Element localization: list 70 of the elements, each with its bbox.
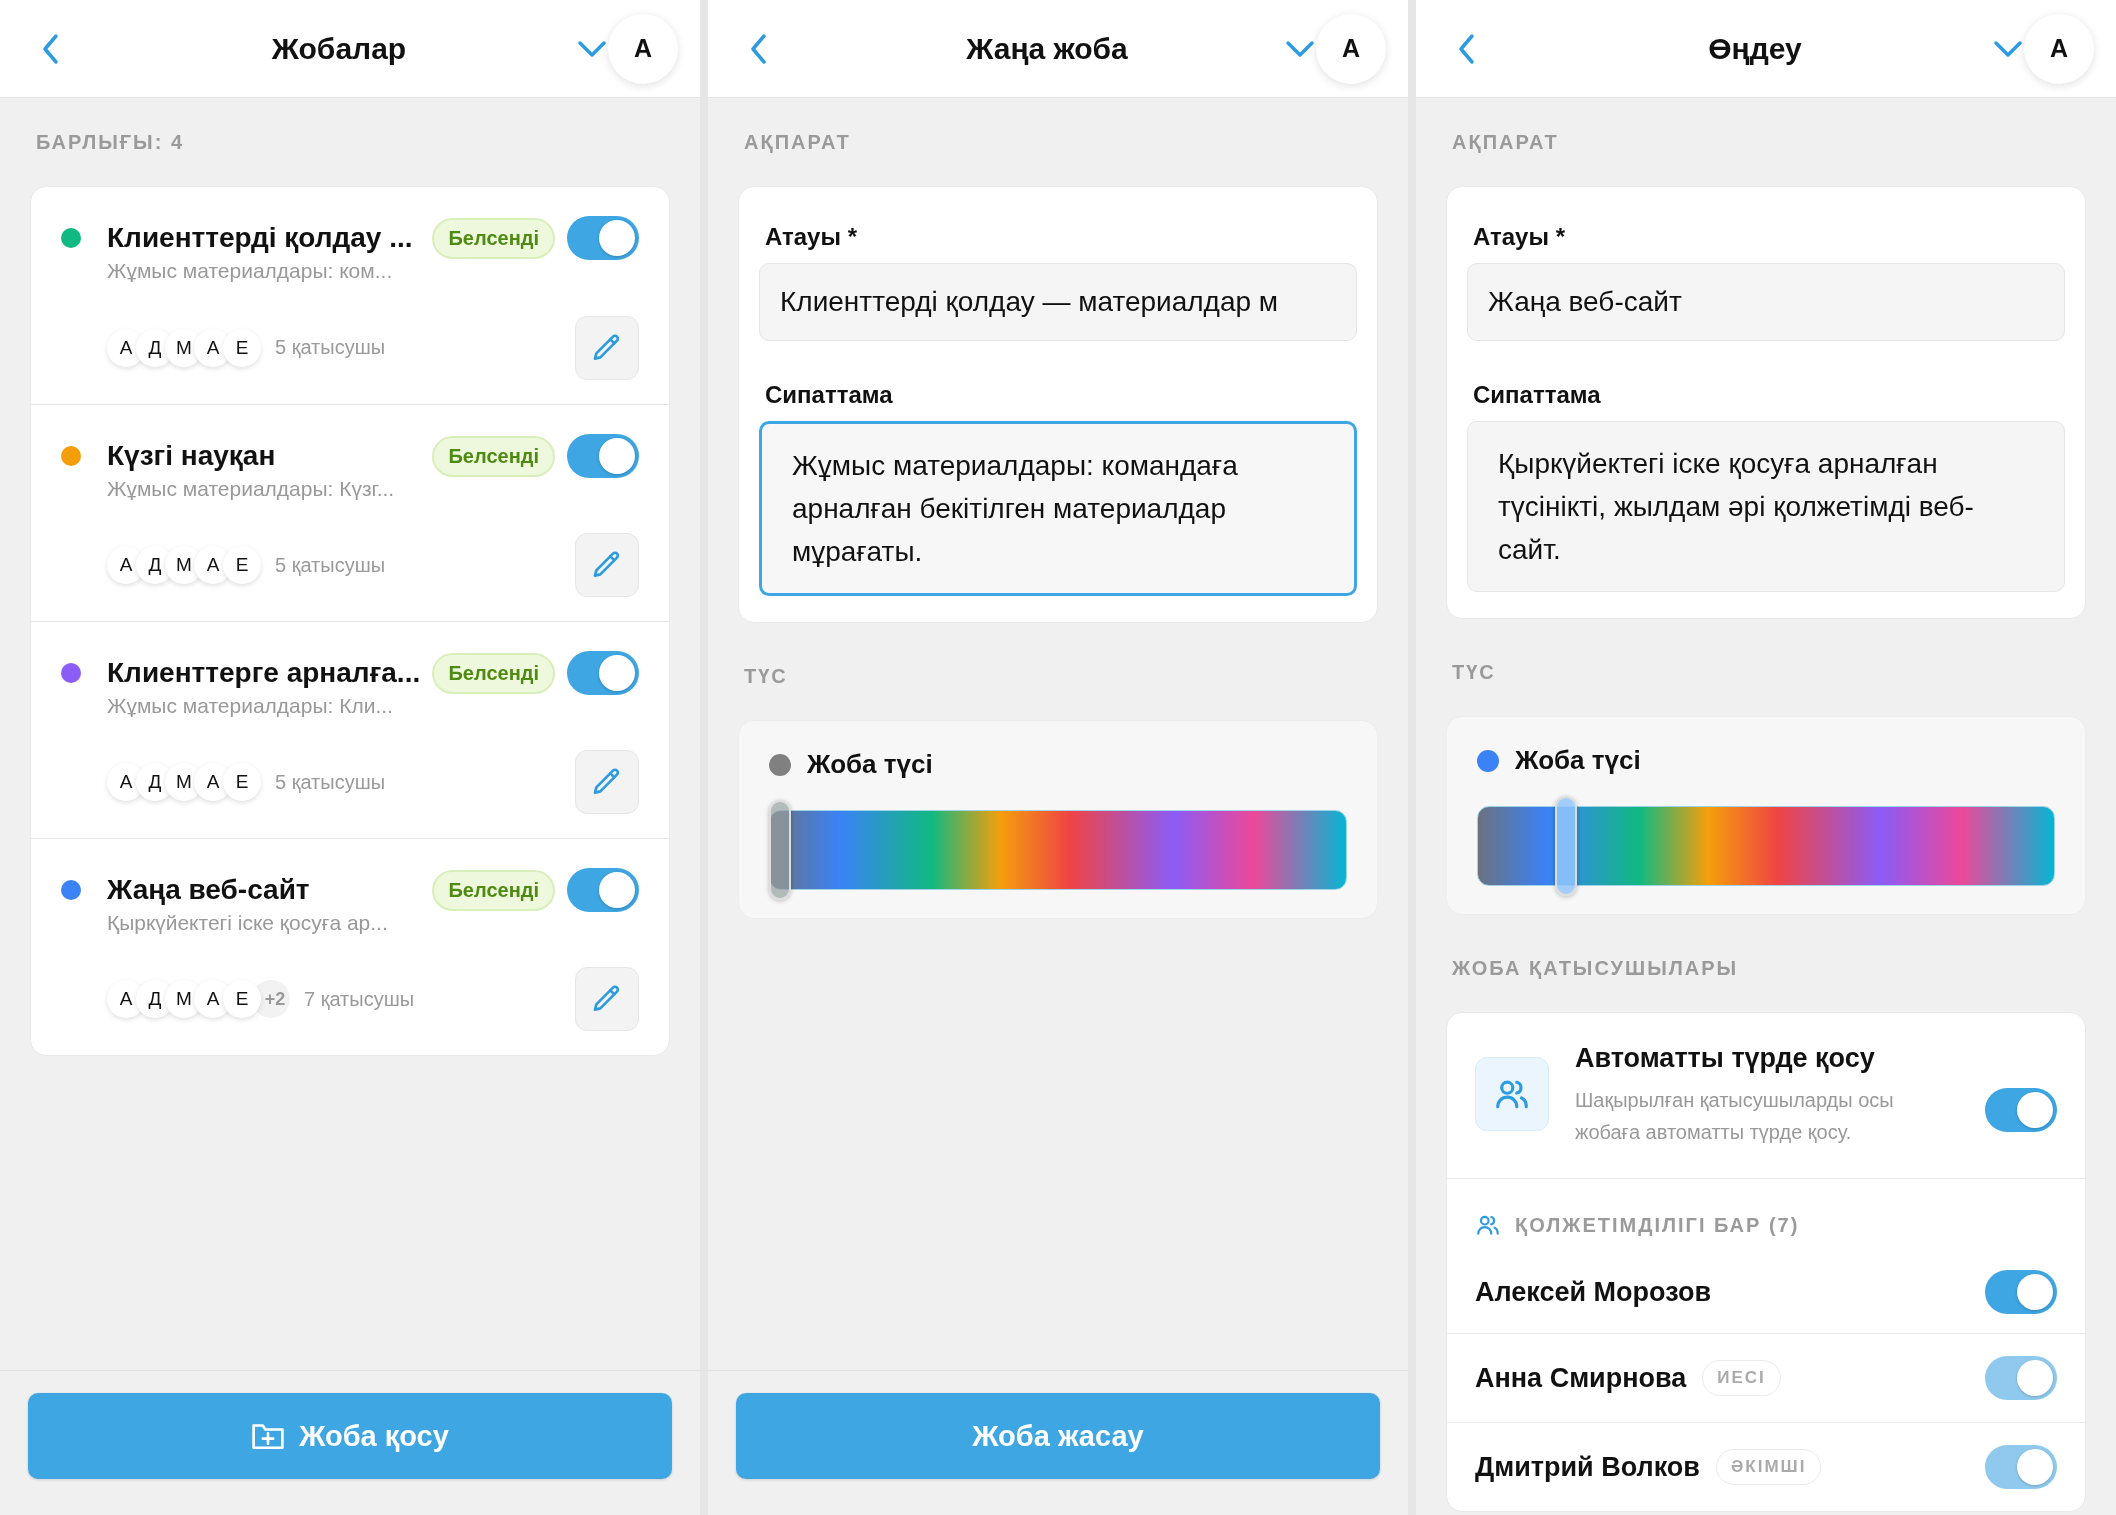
section-label: АҚПАРАТ xyxy=(1452,131,1560,154)
input-field[interactable]: Жаңа веб-сайт xyxy=(1467,263,2065,341)
chevron-down-icon[interactable] xyxy=(1284,38,1316,59)
avatar[interactable]: А xyxy=(608,13,678,84)
avatar: Е xyxy=(223,328,261,367)
screen-title: Өңдеу xyxy=(1707,31,1803,66)
section-label: АҚПАРАТ xyxy=(744,131,852,154)
participant-count: 5 қатысушы xyxy=(275,553,387,577)
avatar[interactable]: А xyxy=(1316,13,1386,84)
project-title: Жаңа веб-сайт xyxy=(107,874,311,906)
setting-description: Шақырылған қатысушыларды осы жобаға автоматты түрде қосу. xyxy=(1575,1088,1895,1145)
avatar[interactable]: А xyxy=(2024,13,2094,84)
participant-count: 5 қатысушы xyxy=(275,336,387,359)
field-label: Атауы * xyxy=(1473,223,1565,251)
project-description: Жұмыс материалдары: Күзг... xyxy=(107,477,396,502)
avatar: Е xyxy=(223,546,261,584)
hue-slider[interactable] xyxy=(1477,796,2055,896)
edit-button[interactable] xyxy=(575,967,639,1031)
field-label: Сипаттама xyxy=(1473,381,1601,409)
status-badge: Белсенді xyxy=(432,217,555,259)
input-field[interactable]: Клиенттерді қолдау — материалдар м xyxy=(759,263,1357,341)
screen-title: Жобалар xyxy=(270,31,408,66)
project-title: Клиенттерге арналға... xyxy=(107,657,422,689)
section-label: ТҮС xyxy=(1452,661,1497,684)
project-row[interactable]: Клиенттерді қолдау ... Белсенді Жұмыс материалдары: ком... А Д М А Е 5 қатысушы xyxy=(31,187,669,404)
edit-button[interactable] xyxy=(575,315,639,380)
edit-button[interactable] xyxy=(575,533,639,597)
slider-thumb[interactable] xyxy=(769,800,791,900)
hue-slider[interactable] xyxy=(769,800,1347,900)
toggle-switch[interactable] xyxy=(567,868,639,912)
slider-thumb[interactable] xyxy=(1554,796,1577,896)
project-row[interactable]: Күзгі науқан Белсенді Жұмыс материалдары: Күзг... А Д М А Е 5 қатысушы xyxy=(31,404,669,621)
toggle-switch[interactable] xyxy=(1985,1087,2057,1132)
avatar: Е xyxy=(223,980,261,1018)
field-label: Атауы * xyxy=(765,223,857,251)
chevron-down-icon[interactable] xyxy=(1992,38,2024,59)
toggle-switch[interactable] xyxy=(567,216,639,260)
project-description: Жұмыс материалдары: Кли... xyxy=(107,694,394,719)
status-badge: Белсенді xyxy=(432,869,555,911)
chevron-down-icon[interactable] xyxy=(576,38,608,59)
project-title: Клиенттерді қолдау ... xyxy=(107,222,414,254)
section-label: ТҮС xyxy=(744,665,789,688)
color-label: Жоба түсі xyxy=(807,749,933,780)
project-description: Қыркүйектегі іске қосуға ар... xyxy=(107,911,389,936)
text-area[interactable]: Қыркүйектегі іске қосуға арналған түсінікті, жылдам әрі қолжетімді веб-сайт. xyxy=(1467,421,2065,592)
project-row[interactable]: Клиенттерге арналға... Белсенді Жұмыс материалдары: Кли... А Д М А Е 5 қатысушы xyxy=(31,621,669,838)
project-title: Күзгі науқан xyxy=(107,440,277,472)
screen-title: Жаңа жоба xyxy=(965,31,1129,66)
project-description: Жұмыс материалдары: ком... xyxy=(107,259,394,284)
avatar: Е xyxy=(223,763,261,801)
folder-plus-icon xyxy=(251,1421,286,1451)
project-row[interactable]: Жаңа веб-сайт Белсенді Қыркүйектегі іске қосуға ар... А Д М А Е +2 7 қатысушы xyxy=(31,838,669,1055)
toggle-switch[interactable] xyxy=(567,434,639,478)
toggle-switch[interactable] xyxy=(567,651,639,695)
participant-count: 5 қатысушы xyxy=(275,770,387,794)
section-label: БАРЛЫҒЫ: 4 xyxy=(36,131,185,154)
member-name: Анна Смирнова xyxy=(1475,1362,1687,1394)
color-label: Жоба түсі xyxy=(1515,745,1641,776)
field-label: Сипаттама xyxy=(765,381,893,409)
toggle-switch[interactable] xyxy=(1985,1270,2057,1314)
status-badge: Белсенді xyxy=(432,435,555,477)
setting-title: Автоматты түрде қосу xyxy=(1575,1043,1876,1074)
text-area[interactable]: Жұмыс материалдары: командаға арналған бекітілген материалдар мұрағаты. xyxy=(759,421,1357,596)
status-badge: Белсенді xyxy=(432,652,555,694)
access-label: ҚОЛЖЕТІМДІЛІГІ БАР (7) xyxy=(1515,1213,1800,1237)
member-name: Алексей Морозов xyxy=(1475,1276,1712,1308)
section-label: ЖОБА ҚАТЫСУШЫЛАРЫ xyxy=(1452,957,1740,980)
participant-count: 7 қатысушы xyxy=(304,987,416,1011)
member-name: Дмитрий Волков xyxy=(1475,1451,1700,1483)
edit-button[interactable] xyxy=(575,750,639,814)
